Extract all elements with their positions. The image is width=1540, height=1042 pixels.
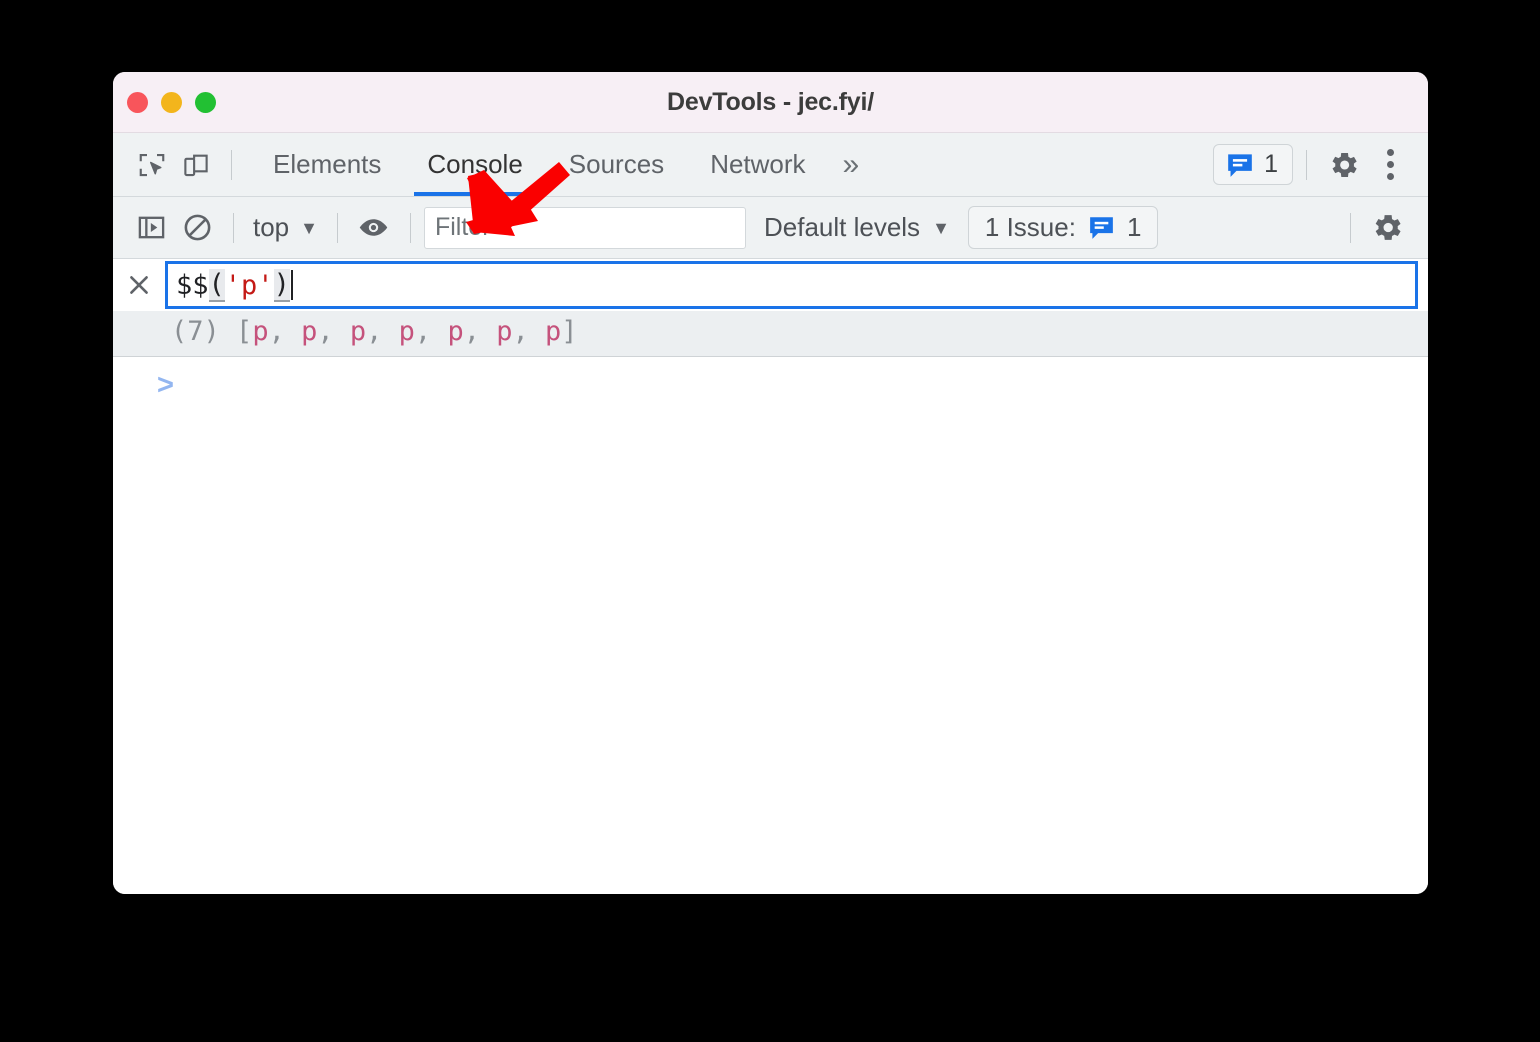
token-open-paren: ( xyxy=(208,268,225,302)
three-dot-menu-icon[interactable] xyxy=(1368,141,1412,189)
tab-console[interactable]: Console xyxy=(404,133,545,196)
window-titlebar: DevTools - jec.fyi/ xyxy=(113,72,1428,133)
filter-input[interactable] xyxy=(423,206,746,249)
console-toolbar-actions xyxy=(1337,205,1428,251)
eye-icon[interactable] xyxy=(351,205,397,251)
chevron-down-icon: ▼ xyxy=(300,217,318,238)
result-separator: , xyxy=(414,316,448,347)
devtools-window: DevTools - jec.fyi/ Elements Console Sou… xyxy=(113,72,1428,894)
context-label: top xyxy=(253,212,290,242)
result-separator: , xyxy=(268,316,302,347)
gear-icon[interactable] xyxy=(1364,205,1410,251)
token-string: 'p' xyxy=(224,269,274,301)
tab-sources[interactable]: Sources xyxy=(546,133,687,196)
issues-badge-button[interactable]: 1 xyxy=(1213,144,1293,185)
chevron-down-icon: ▼ xyxy=(932,217,950,238)
screenshot-stage: DevTools - jec.fyi/ Elements Console Sou… xyxy=(0,0,1540,1042)
result-item[interactable]: p xyxy=(496,316,512,347)
tab-list: Elements Console Sources Network » xyxy=(250,133,873,196)
message-icon xyxy=(1228,153,1252,177)
tab-elements[interactable]: Elements xyxy=(250,133,404,196)
text-cursor xyxy=(290,270,293,300)
console-sidebar-icon[interactable] xyxy=(128,205,174,251)
minimize-window-button[interactable] xyxy=(161,91,182,113)
more-tabs-icon[interactable]: » xyxy=(829,133,874,196)
prompt-chevron-icon: > xyxy=(157,368,174,401)
console-toolbar-divider-4 xyxy=(1350,212,1351,243)
message-icon xyxy=(1090,217,1113,239)
result-item[interactable]: p xyxy=(252,316,268,347)
console-toolbar: top ▼ Default levels ▼ 1 Issue: xyxy=(113,197,1428,259)
token-function: $$ xyxy=(176,269,209,301)
tabbar-actions: 1 xyxy=(1213,141,1428,189)
issues-counter-count: 1 xyxy=(1126,212,1142,242)
log-levels-dropdown[interactable]: Default levels ▼ xyxy=(764,212,950,243)
inspect-element-icon[interactable] xyxy=(130,143,174,187)
result-separator: , xyxy=(463,316,497,347)
result-separator: , xyxy=(512,316,545,347)
result-item[interactable]: p xyxy=(545,316,561,347)
devtools-tabbar: Elements Console Sources Network » 1 xyxy=(113,133,1428,197)
console-result-row[interactable]: (7) [p, p, p, p, p, p, p] xyxy=(113,311,1428,357)
result-item[interactable]: p xyxy=(350,316,366,347)
toolbar-divider xyxy=(231,149,232,180)
result-close-bracket: ] xyxy=(561,316,578,347)
console-command-input[interactable]: $$('p') xyxy=(165,261,1418,309)
console-toolbar-divider-2 xyxy=(336,212,338,243)
console-toolbar-divider-3 xyxy=(409,212,411,243)
tab-network[interactable]: Network xyxy=(687,133,828,196)
result-open-bracket: [ xyxy=(236,316,253,347)
close-icon[interactable] xyxy=(113,272,165,298)
token-close-paren: ) xyxy=(273,268,290,302)
window-title: DevTools - jec.fyi/ xyxy=(667,87,874,116)
result-separator: , xyxy=(366,316,399,347)
result-item[interactable]: p xyxy=(447,316,463,347)
tabbar-divider xyxy=(1306,149,1307,180)
result-item[interactable]: p xyxy=(301,316,317,347)
issues-badge-count: 1 xyxy=(1264,150,1278,178)
result-item[interactable]: p xyxy=(399,316,415,347)
console-toolbar-divider-1 xyxy=(233,212,234,243)
result-length: (7) xyxy=(171,316,220,347)
gear-icon[interactable] xyxy=(1320,141,1368,189)
clear-console-icon[interactable] xyxy=(174,205,220,251)
console-prompt-row[interactable]: > xyxy=(113,357,1428,413)
maximize-window-button[interactable] xyxy=(195,91,216,113)
log-levels-label: Default levels xyxy=(763,212,921,242)
console-entry-row: $$('p') xyxy=(113,259,1428,311)
javascript-context-dropdown[interactable]: top ▼ xyxy=(247,212,324,243)
console-body: $$('p') (7) [p, p, p, p, p, p, p] > xyxy=(113,259,1428,894)
result-separator: , xyxy=(317,316,350,347)
traffic-lights xyxy=(127,91,216,113)
issues-counter-button[interactable]: 1 Issue: 1 xyxy=(967,206,1159,249)
close-window-button[interactable] xyxy=(127,91,148,113)
issues-counter-label: 1 Issue: xyxy=(984,212,1076,242)
device-toolbar-icon[interactable] xyxy=(174,143,218,187)
